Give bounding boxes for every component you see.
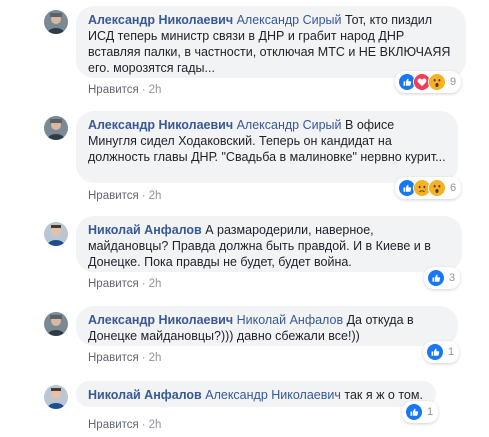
comment-actions: Нравится · 2h [88,277,161,291]
wow-icon [428,179,446,197]
reaction-summary[interactable]: 1 [423,341,460,363]
separator: · [141,278,146,290]
reaction-count: 1 [427,406,434,418]
timestamp[interactable]: 2h [149,278,162,290]
timestamp[interactable]: 2h [149,190,162,202]
comment-actions: Нравится · 2h [88,189,161,203]
avatar[interactable] [44,385,68,409]
timestamp[interactable]: 2h [149,84,162,96]
comment-author[interactable]: Александр Николаевич [88,313,233,327]
reaction-count: 3 [449,272,456,284]
like-link[interactable]: Нравится [88,419,139,431]
comment-author[interactable]: Николай Анфалов [88,388,202,402]
separator: · [141,352,146,364]
timestamp[interactable]: 2h [149,352,162,364]
comment-actions: Нравится · 2h [88,83,161,97]
like-icon [426,343,444,361]
separator: · [141,84,146,96]
comment-text: так я ж о том. [340,388,423,402]
like-link[interactable]: Нравится [88,278,139,290]
like-link[interactable]: Нравится [88,352,139,364]
reaction-count: 9 [450,76,457,88]
like-link[interactable]: Нравится [88,190,139,202]
separator: · [141,190,146,202]
comment-mention[interactable]: Александр Николаевич [205,388,341,402]
reaction-count: 6 [450,182,457,194]
wow-icon [428,73,446,91]
comment-author[interactable]: Александр Николаевич [88,13,233,27]
reaction-summary[interactable]: 6 [395,177,462,199]
reaction-summary[interactable]: 1 [402,401,439,423]
comment-mention[interactable]: Александр Сирый [237,13,342,27]
reaction-summary[interactable]: 9 [395,71,462,93]
reaction-summary[interactable]: 3 [424,267,461,289]
comment-bubble: Александр Николаевич Александр Сирый Тот… [76,6,466,78]
separator: · [141,419,146,431]
like-icon [405,403,423,421]
avatar[interactable] [44,312,68,336]
avatar[interactable] [44,10,68,34]
like-link[interactable]: Нравится [88,84,139,96]
comment-author[interactable]: Николай Анфалов [88,223,202,237]
comment-bubble: Николай Анфалов Александр Николаевич так… [76,381,436,407]
comment-actions: Нравится · 2h [88,418,161,432]
like-icon [427,269,445,287]
comment-bubble: Александр Николаевич Александр Сирый В о… [76,111,458,183]
timestamp[interactable]: 2h [149,419,162,431]
avatar[interactable] [44,116,68,140]
comment-bubble: Николай Анфалов А размародерили, наверно… [76,216,462,272]
comment-mention[interactable]: Николай Анфалов [237,313,344,327]
comment-author[interactable]: Александр Николаевич [88,118,233,132]
comment-mention[interactable]: Александр Сирый [237,118,342,132]
reaction-count: 1 [448,346,455,358]
comment-actions: Нравится · 2h [88,351,161,365]
avatar[interactable] [44,222,68,246]
comment-bubble: Александр Николаевич Николай Анфалов Да … [76,306,458,346]
